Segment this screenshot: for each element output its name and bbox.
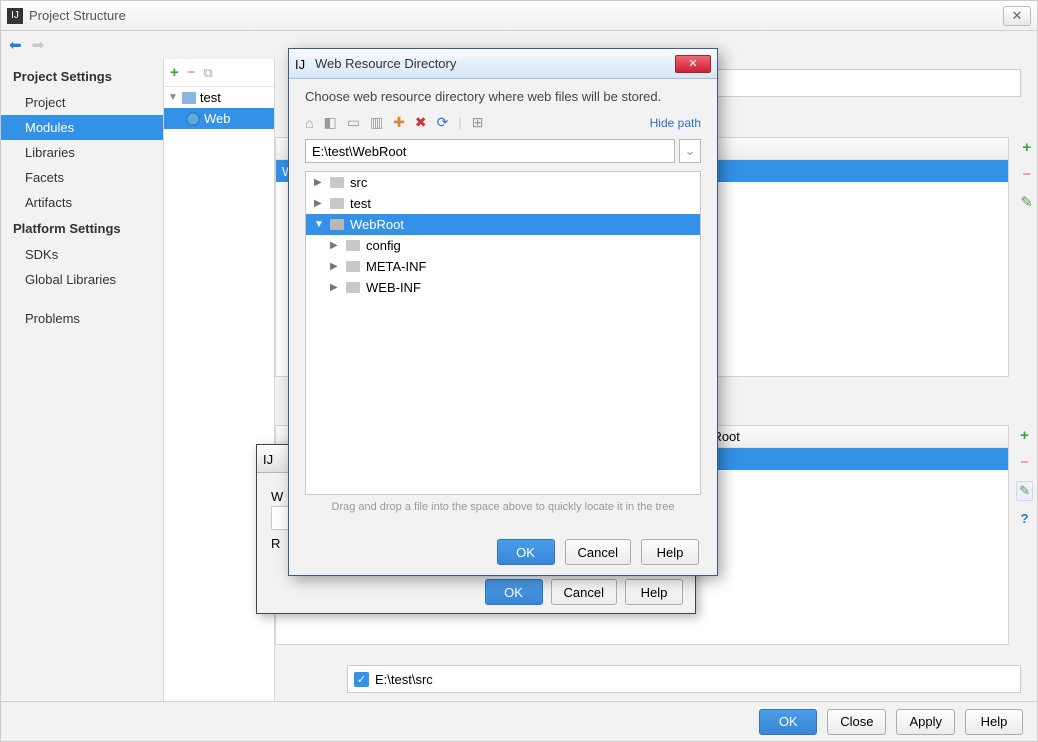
- help-icon[interactable]: ?: [1021, 511, 1029, 526]
- tree-node-metainf[interactable]: ▶ META-INF: [306, 256, 700, 277]
- chevron-right-icon: ▶: [314, 177, 324, 188]
- folder-icon: [346, 282, 360, 293]
- app-icon: IJ: [295, 57, 309, 71]
- tree-node-webroot[interactable]: ▼ WebRoot: [306, 214, 700, 235]
- copy-icon[interactable]: ⧉: [204, 65, 213, 81]
- help-button[interactable]: Help: [965, 709, 1023, 735]
- node-label: WebRoot: [350, 217, 404, 232]
- tree-node-webinf[interactable]: ▶ WEB-INF: [306, 277, 700, 298]
- add-icon[interactable]: +: [1022, 139, 1031, 156]
- back-arrow-icon[interactable]: ⬅: [9, 36, 22, 54]
- chevron-down-icon: ▼: [314, 219, 324, 230]
- inner-cancel-button[interactable]: Cancel: [551, 579, 617, 605]
- folder-icon: [330, 177, 344, 188]
- tree-node-test[interactable]: ▼ test: [164, 87, 274, 108]
- show-hidden-icon[interactable]: ⊞: [472, 114, 484, 131]
- add-icon[interactable]: +: [170, 64, 179, 81]
- remove-icon[interactable]: −: [1020, 454, 1029, 471]
- project-icon[interactable]: ▭: [347, 114, 360, 131]
- wr-title-text: Web Resource Directory: [315, 56, 675, 71]
- wr-hint-text: Drag and drop a file into the space abov…: [289, 495, 717, 513]
- inner-help-button[interactable]: Help: [625, 579, 683, 605]
- wr-help-button[interactable]: Help: [641, 539, 699, 565]
- sidebar-item-facets[interactable]: Facets: [1, 165, 163, 190]
- window-close-button[interactable]: ✕: [1003, 6, 1031, 26]
- sidebar-item-sdks[interactable]: SDKs: [1, 242, 163, 267]
- folder-open-icon: [330, 219, 344, 230]
- folder-icon: [330, 198, 344, 209]
- web-resource-dialog: IJ Web Resource Directory ✕ Choose web r…: [288, 48, 718, 576]
- chevron-right-icon: ▶: [330, 282, 340, 293]
- tree-node-web[interactable]: Web: [164, 108, 274, 129]
- wr-titlebar: IJ Web Resource Directory ✕: [289, 49, 717, 79]
- node-label: config: [366, 238, 401, 253]
- sidebar-item-problems[interactable]: Problems: [1, 306, 163, 331]
- chevron-down-icon: ▼: [168, 92, 178, 103]
- chevron-right-icon: ▶: [314, 198, 324, 209]
- project-settings-header: Project Settings: [1, 63, 163, 90]
- wr-cancel-button[interactable]: Cancel: [565, 539, 631, 565]
- desktop-icon[interactable]: ◧: [323, 114, 336, 131]
- src-checkbox[interactable]: ✓: [354, 672, 369, 687]
- folder-icon: [346, 240, 360, 251]
- platform-settings-header: Platform Settings: [1, 215, 163, 242]
- inner-ok-button[interactable]: OK: [485, 579, 543, 605]
- descriptors-actions: + − ✎: [1020, 139, 1033, 211]
- delete-icon[interactable]: ✖: [415, 114, 427, 131]
- window-title: Project Structure: [29, 8, 1003, 23]
- path-input[interactable]: [305, 139, 675, 163]
- source-roots-row: ✓ E:\test\src: [347, 665, 1021, 693]
- history-icon[interactable]: ⌄: [679, 139, 701, 163]
- tree-node-src[interactable]: ▶ src: [306, 172, 700, 193]
- wr-close-button[interactable]: ✕: [675, 55, 711, 73]
- sidebar-item-project[interactable]: Project: [1, 90, 163, 115]
- chevron-right-icon: ▶: [330, 240, 340, 251]
- node-label: src: [350, 175, 367, 190]
- web-icon: [186, 112, 200, 126]
- remove-icon[interactable]: −: [187, 64, 196, 81]
- node-label: META-INF: [366, 259, 426, 274]
- tree-node-config[interactable]: ▶ config: [306, 235, 700, 256]
- app-icon: IJ: [7, 8, 23, 24]
- folder-icon: [346, 261, 360, 272]
- apply-button[interactable]: Apply: [896, 709, 955, 735]
- sidebar-item-artifacts[interactable]: Artifacts: [1, 190, 163, 215]
- hide-path-link[interactable]: Hide path: [650, 116, 701, 130]
- dialog-button-bar: OK Close Apply Help: [1, 701, 1037, 741]
- refresh-icon[interactable]: ⟳: [437, 114, 449, 131]
- close-button[interactable]: Close: [827, 709, 886, 735]
- sidebar-item-libraries[interactable]: Libraries: [1, 140, 163, 165]
- node-label: test: [350, 196, 371, 211]
- module-icon: [182, 92, 196, 104]
- new-folder-icon[interactable]: ✚: [393, 114, 405, 131]
- chevron-right-icon: ▶: [330, 261, 340, 272]
- tree-node-label: Web: [204, 111, 231, 126]
- sidebar-item-global-libraries[interactable]: Global Libraries: [1, 267, 163, 292]
- ok-button[interactable]: OK: [759, 709, 817, 735]
- resource-dirs-actions: + − ✎ ?: [1016, 427, 1033, 526]
- tree-node-label: test: [200, 90, 221, 105]
- app-icon: IJ: [263, 452, 277, 466]
- wr-toolbar: ⌂ ◧ ▭ ▥ ✚ ✖ ⟳ | ⊞ Hide path: [289, 110, 717, 135]
- forward-arrow-icon[interactable]: ➡: [32, 36, 45, 54]
- titlebar: IJ Project Structure ✕: [1, 1, 1037, 31]
- edit-icon[interactable]: ✎: [1016, 481, 1033, 501]
- add-icon[interactable]: +: [1020, 427, 1029, 444]
- node-label: WEB-INF: [366, 280, 421, 295]
- sidebar-item-modules[interactable]: Modules: [1, 115, 163, 140]
- directory-tree[interactable]: ▶ src ▶ test ▼ WebRoot ▶ config ▶ META-I…: [305, 171, 701, 495]
- wr-description: Choose web resource directory where web …: [289, 79, 717, 110]
- settings-sidebar: Project Settings Project Modules Librari…: [1, 59, 163, 703]
- module-icon[interactable]: ▥: [370, 114, 383, 131]
- home-icon[interactable]: ⌂: [305, 115, 313, 131]
- tree-node-test[interactable]: ▶ test: [306, 193, 700, 214]
- remove-icon[interactable]: −: [1022, 166, 1031, 183]
- tree-toolbar: + − ⧉: [164, 59, 274, 87]
- wr-ok-button[interactable]: OK: [497, 539, 555, 565]
- edit-icon[interactable]: ✎: [1020, 193, 1033, 211]
- src-path-label: E:\test\src: [375, 672, 433, 687]
